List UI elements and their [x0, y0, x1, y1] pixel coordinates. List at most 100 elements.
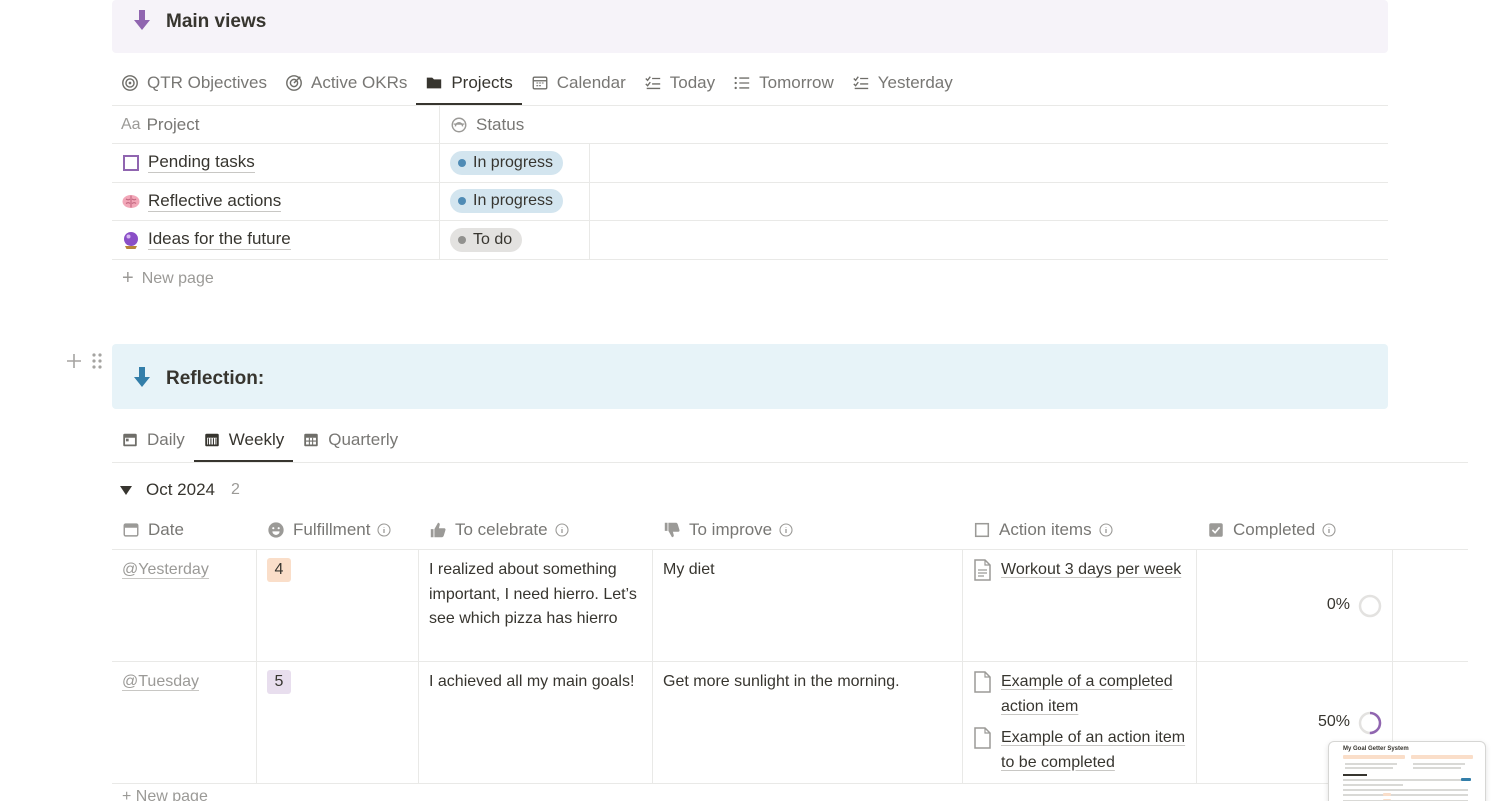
action-item-link[interactable]: Example of an action item to be complete… — [973, 726, 1186, 775]
project-name[interactable]: Ideas for the future — [148, 229, 291, 251]
action-item-link[interactable]: Example of a completed action item — [973, 670, 1186, 719]
status-cell[interactable]: In progress — [440, 144, 590, 182]
arrow-down-icon — [134, 367, 150, 387]
info-icon[interactable] — [1322, 523, 1336, 537]
column-header-completed[interactable]: Completed — [1197, 511, 1393, 549]
group-count: 2 — [231, 481, 240, 498]
page-preview-thumbnail[interactable]: My Goal Getter System — [1328, 741, 1486, 801]
completed-cell: 0% — [1197, 550, 1393, 661]
checkbox-icon — [123, 154, 139, 171]
reflection-table-header: Date Fulfillment To celebrate To improve… — [112, 511, 1468, 550]
projects-table-header: Aa Project Status — [112, 106, 1388, 144]
completed-percent: 50% — [1317, 713, 1350, 731]
plus-icon[interactable] — [64, 350, 84, 372]
table-row[interactable]: Ideas for the future To do — [112, 221, 1388, 260]
status-cell[interactable]: In progress — [440, 182, 590, 220]
action-item-title: Workout 3 days per week — [1001, 561, 1182, 578]
column-header-date[interactable]: Date — [112, 511, 257, 549]
info-icon[interactable] — [377, 523, 392, 537]
tabs-divider — [112, 462, 1468, 463]
date-mention[interactable]: @Tuesday — [122, 673, 200, 691]
tab-today[interactable]: Today — [635, 61, 724, 105]
thumbs-up-icon — [430, 522, 446, 538]
tab-calendar[interactable]: Calendar — [522, 61, 635, 105]
action-items-cell[interactable]: Example of a completed action item Examp… — [963, 662, 1197, 783]
fulfillment-cell[interactable]: 5 — [257, 662, 419, 783]
celebrate-cell[interactable]: I achieved all my main goals! — [419, 662, 653, 783]
action-item-link[interactable]: Workout 3 days per week — [973, 558, 1186, 583]
tab-label: Quarterly — [328, 430, 399, 449]
project-name[interactable]: Reflective actions — [148, 191, 282, 212]
tab-qtr-objectives[interactable]: QTR Objectives — [112, 61, 276, 105]
tab-quarterly[interactable]: Quarterly — [293, 418, 407, 462]
table-row[interactable]: @Yesterday 4 I realized about something … — [112, 550, 1468, 662]
checkbox-icon — [974, 522, 990, 538]
tab-label: Tomorrow — [759, 73, 834, 92]
crystal-ball-icon — [124, 231, 138, 249]
improve-cell[interactable]: My diet — [653, 550, 963, 661]
action-items-cell[interactable]: Workout 3 days per week — [963, 550, 1197, 661]
plus-icon: + — [122, 788, 136, 801]
info-icon[interactable] — [555, 523, 569, 537]
tab-label: Projects — [451, 73, 513, 92]
tab-daily[interactable]: Daily — [112, 418, 194, 462]
column-header-improve[interactable]: To improve — [653, 511, 963, 549]
tab-active-okrs[interactable]: Active OKRs — [276, 61, 416, 105]
table-row[interactable]: Reflective actions In progress — [112, 182, 1388, 221]
collapse-toggle-icon[interactable] — [120, 485, 132, 495]
project-name[interactable]: Pending tasks — [148, 152, 255, 174]
thumbs-down-icon — [664, 522, 680, 538]
folder-icon — [427, 77, 442, 89]
status-icon — [451, 117, 467, 132]
group-title: Oct 2024 — [146, 480, 215, 499]
smiley-icon — [268, 522, 284, 538]
reflection-tabs: Daily Weekly Quarterly — [112, 418, 407, 462]
tab-tomorrow[interactable]: Tomorrow — [724, 61, 843, 105]
new-page-button[interactable]: + New page — [122, 788, 208, 801]
status-cell[interactable]: To do — [440, 221, 590, 259]
info-icon[interactable] — [779, 523, 793, 537]
tab-projects[interactable]: Projects — [416, 61, 523, 105]
checklist-icon — [853, 76, 868, 90]
progress-ring — [1358, 594, 1382, 617]
column-header-fulfillment[interactable]: Fulfillment — [257, 511, 419, 549]
tab-yesterday[interactable]: Yesterday — [843, 61, 962, 105]
fulfillment-cell[interactable]: 4 — [257, 550, 419, 661]
celebrate-cell[interactable]: I realized about something important, I … — [419, 550, 653, 661]
column-header-celebrate[interactable]: To celebrate — [419, 511, 653, 549]
table-row[interactable]: Pending tasks In progress — [112, 144, 1388, 183]
column-label: To improve — [689, 519, 773, 539]
reflection-title: Reflection: — [166, 368, 265, 389]
new-page-button[interactable]: + New page — [112, 260, 1388, 298]
info-icon[interactable] — [1099, 523, 1113, 537]
column-header-action-items[interactable]: Action items — [963, 511, 1197, 549]
column-label: Status — [476, 114, 525, 134]
projects-table: Aa Project Status Pending tasks In progr… — [112, 106, 1388, 298]
column-label: To celebrate — [455, 519, 548, 539]
column-header-status[interactable]: Status — [440, 106, 590, 143]
reflection-callout: Reflection: — [112, 344, 1388, 409]
celebrate-text: I achieved all my main goals! — [429, 673, 635, 690]
project-cell[interactable]: Ideas for the future — [112, 221, 440, 259]
checked-box-icon — [1209, 523, 1223, 537]
page-icon — [974, 559, 991, 581]
improve-cell[interactable]: Get more sunlight in the morning. — [653, 662, 963, 783]
arrow-down-icon — [134, 10, 150, 30]
drag-handle-icon[interactable] — [90, 350, 104, 372]
date-mention[interactable]: @Yesterday — [122, 561, 209, 579]
table-row[interactable]: @Tuesday 5 I achieved all my main goals!… — [112, 662, 1468, 784]
plus-icon: + — [122, 267, 134, 289]
completed-percent: 0% — [1326, 596, 1350, 614]
calendar-grid-icon — [304, 433, 318, 447]
project-cell[interactable]: Pending tasks — [112, 144, 440, 182]
group-header[interactable]: Oct 2024 2 — [120, 480, 240, 500]
column-header-project[interactable]: Aa Project — [112, 106, 440, 143]
project-cell[interactable]: Reflective actions — [112, 182, 440, 220]
brain-icon — [122, 195, 140, 209]
main-views-callout: Main views — [112, 0, 1388, 53]
improve-text: Get more sunlight in the morning. — [663, 673, 900, 690]
text-property-icon: Aa — [121, 115, 141, 133]
date-cell[interactable]: @Tuesday — [112, 662, 257, 783]
tab-weekly[interactable]: Weekly — [193, 418, 294, 462]
date-cell[interactable]: @Yesterday — [112, 550, 257, 661]
